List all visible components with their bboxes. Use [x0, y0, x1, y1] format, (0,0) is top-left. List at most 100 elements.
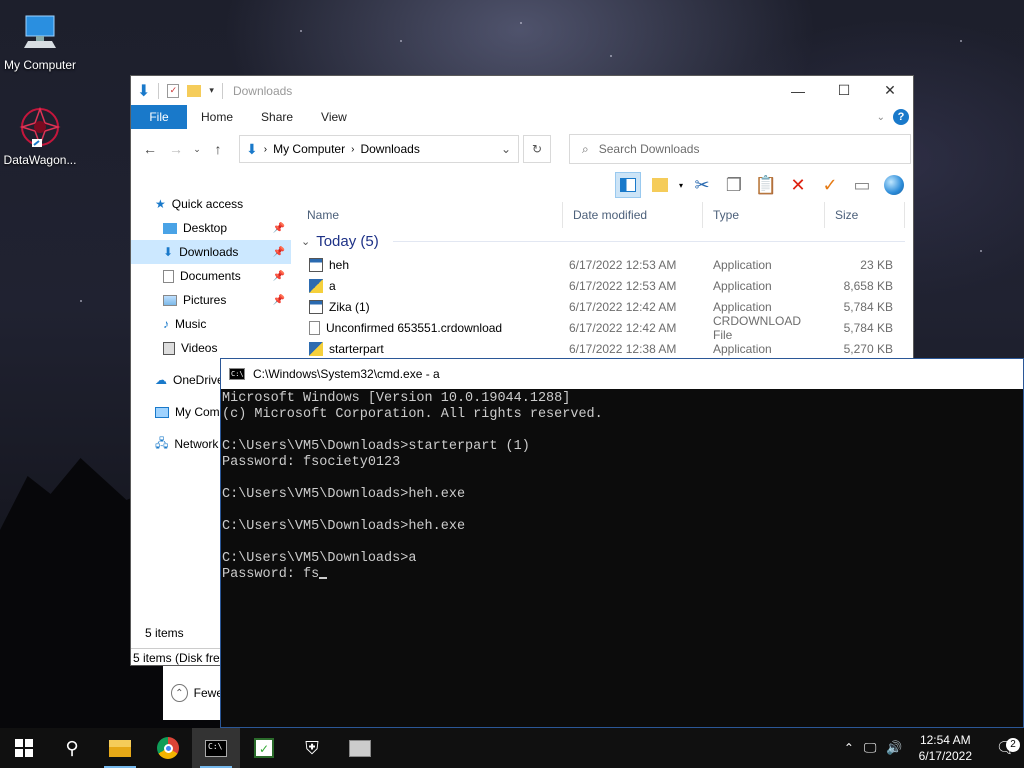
fewer-details-button[interactable]: ⌃ Fewe: [163, 666, 223, 720]
file-date: 6/17/2022 12:42 AM: [569, 299, 677, 314]
pin-icon[interactable]: 📌: [273, 271, 285, 282]
desktop-icon-datawagon[interactable]: DataWagon...: [0, 105, 80, 167]
console-input-line[interactable]: Password: fs: [222, 567, 1023, 583]
file-date: 6/17/2022 12:38 AM: [569, 341, 677, 356]
new-folder-icon[interactable]: [187, 84, 202, 97]
file-date: 6/17/2022 12:42 AM: [569, 320, 677, 335]
table-row[interactable]: a 6/17/2022 12:53 AM Application 8,658 K…: [297, 275, 913, 296]
console-line: C:\Users\VM5\Downloads>starterpart (1): [222, 439, 530, 454]
action-center-button[interactable]: 🗨 2: [988, 738, 1024, 758]
console-line: C:\Users\VM5\Downloads>heh.exe: [222, 487, 466, 502]
chrome-icon: [157, 737, 179, 759]
search-icon: ⚲: [65, 737, 79, 758]
customize-qat-icon[interactable]: ▾: [209, 85, 214, 96]
recent-locations-icon[interactable]: ⌄: [191, 144, 203, 155]
properties-icon[interactable]: ✓: [167, 83, 180, 98]
address-dropdown-icon[interactable]: ⌄: [494, 142, 518, 156]
group-header-today[interactable]: ⌄ Today (5): [297, 228, 913, 254]
nav-music[interactable]: ♪ Music: [131, 312, 291, 336]
nav-videos[interactable]: Videos: [131, 336, 291, 360]
cut-icon[interactable]: ✂: [689, 172, 715, 198]
breadcrumb-my-computer[interactable]: My Computer: [273, 142, 345, 156]
column-size[interactable]: Size: [825, 202, 905, 228]
divider: [221, 82, 223, 99]
nav-desktop[interactable]: Desktop 📌: [131, 216, 291, 240]
rename-check-icon[interactable]: ✓: [817, 172, 843, 198]
minimize-button[interactable]: —: [775, 76, 821, 105]
taskbar-app-monitor[interactable]: [336, 728, 384, 768]
nav-quick-access[interactable]: ★ Quick access: [131, 192, 291, 216]
properties-icon[interactable]: ▭: [849, 172, 875, 198]
back-button[interactable]: ←: [139, 141, 161, 157]
copy-icon[interactable]: ❐: [721, 172, 747, 198]
maximize-button[interactable]: ☐: [821, 76, 867, 105]
pin-icon[interactable]: 📌: [273, 295, 285, 306]
preview-pane-icon[interactable]: [614, 172, 641, 198]
volume-icon[interactable]: 🔊: [886, 740, 902, 756]
taskbar-file-explorer[interactable]: [96, 728, 144, 768]
globe-icon[interactable]: [881, 172, 907, 198]
new-item-dropdown-icon[interactable]: ▾: [679, 181, 683, 190]
paste-icon[interactable]: 📋: [753, 172, 779, 198]
taskbar-app-checklist[interactable]: ✓: [240, 728, 288, 768]
breadcrumb-downloads[interactable]: Downloads: [360, 142, 419, 156]
tab-view[interactable]: View: [307, 105, 361, 129]
column-type[interactable]: Type: [703, 202, 825, 228]
download-arrow-icon: ⬇: [137, 82, 151, 100]
refresh-button[interactable]: ↻: [523, 135, 551, 163]
taskbar-cmd[interactable]: C:\: [192, 728, 240, 768]
expand-ribbon-icon[interactable]: ⌄: [877, 112, 885, 123]
cmd-console-output[interactable]: Microsoft Windows [Version 10.0.19044.12…: [221, 389, 1023, 583]
table-row[interactable]: Zika (1) 6/17/2022 12:42 AM Application …: [297, 296, 913, 317]
document-icon: [163, 269, 174, 283]
file-name: starterpart: [329, 341, 384, 356]
address-row: ← → ⌄ ↑ ⬇ › My Computer › Downloads ⌄ ↻ …: [131, 129, 913, 169]
console-line: Microsoft Windows [Version 10.0.19044.12…: [222, 391, 571, 406]
chevron-up-icon: ⌃: [171, 684, 188, 702]
address-bar[interactable]: ⬇ › My Computer › Downloads ⌄: [239, 135, 519, 163]
nav-pictures[interactable]: Pictures 📌: [131, 288, 291, 312]
column-date-modified[interactable]: Date modified: [563, 202, 703, 228]
help-button[interactable]: ?: [893, 109, 909, 125]
taskbar-security[interactable]: ⛨: [288, 728, 336, 768]
pin-icon[interactable]: 📌: [273, 247, 285, 258]
clock-time: 12:54 AM: [919, 733, 971, 747]
file-date: 6/17/2022 12:53 AM: [569, 257, 677, 272]
nav-documents[interactable]: Documents 📌: [131, 264, 291, 288]
delete-icon[interactable]: ✕: [785, 172, 811, 198]
table-row[interactable]: heh 6/17/2022 12:53 AM Application 23 KB: [297, 254, 913, 275]
app-window-icon: [309, 257, 323, 272]
tab-share[interactable]: Share: [247, 105, 307, 129]
tab-file[interactable]: File: [131, 105, 187, 129]
window-controls: — ☐ ✕: [775, 76, 913, 105]
file-type: Application: [713, 341, 772, 356]
system-tray: ⌃ 🖵 🔊 12:54 AM 6/17/2022 🗨 2: [844, 728, 1024, 768]
network-icon[interactable]: 🖵: [864, 740, 877, 756]
pin-icon[interactable]: 📌: [273, 223, 285, 234]
app-window-icon: [309, 299, 323, 314]
table-row[interactable]: starterpart 6/17/2022 12:38 AM Applicati…: [297, 338, 913, 359]
nav-downloads[interactable]: ⬇ Downloads 📌: [131, 240, 291, 264]
tab-home[interactable]: Home: [187, 105, 247, 129]
search-input[interactable]: ⌕ Search Downloads: [569, 134, 911, 164]
pictures-icon: [163, 294, 177, 306]
start-button[interactable]: [0, 728, 48, 768]
new-item-icon[interactable]: [647, 172, 673, 198]
computer-icon: [18, 10, 62, 54]
close-button[interactable]: ✕: [867, 76, 913, 105]
taskbar-chrome[interactable]: [144, 728, 192, 768]
up-button[interactable]: ↑: [207, 141, 229, 157]
table-row[interactable]: Unconfirmed 653551.crdownload 6/17/2022 …: [297, 314, 913, 342]
nav-label: Music: [175, 317, 207, 331]
desktop-icon-my-computer[interactable]: My Computer: [0, 10, 80, 72]
clock[interactable]: 12:54 AM 6/17/2022: [913, 732, 978, 764]
column-name[interactable]: Name: [297, 202, 563, 228]
search-button[interactable]: ⚲: [48, 728, 96, 768]
desktop-folder-icon: [163, 222, 177, 234]
file-size: 5,270 KB: [843, 341, 893, 356]
show-hidden-icons-button[interactable]: ⌃: [844, 741, 854, 755]
fewer-details-label: Fewe: [193, 686, 223, 700]
taskbar: ⚲ C:\ ✓ ⛨ ⌃ 🖵 🔊 12:54 AM 6/17/2022 🗨 2: [0, 728, 1024, 768]
forward-button[interactable]: →: [165, 141, 187, 157]
shield-icon: ⛨: [305, 737, 319, 758]
